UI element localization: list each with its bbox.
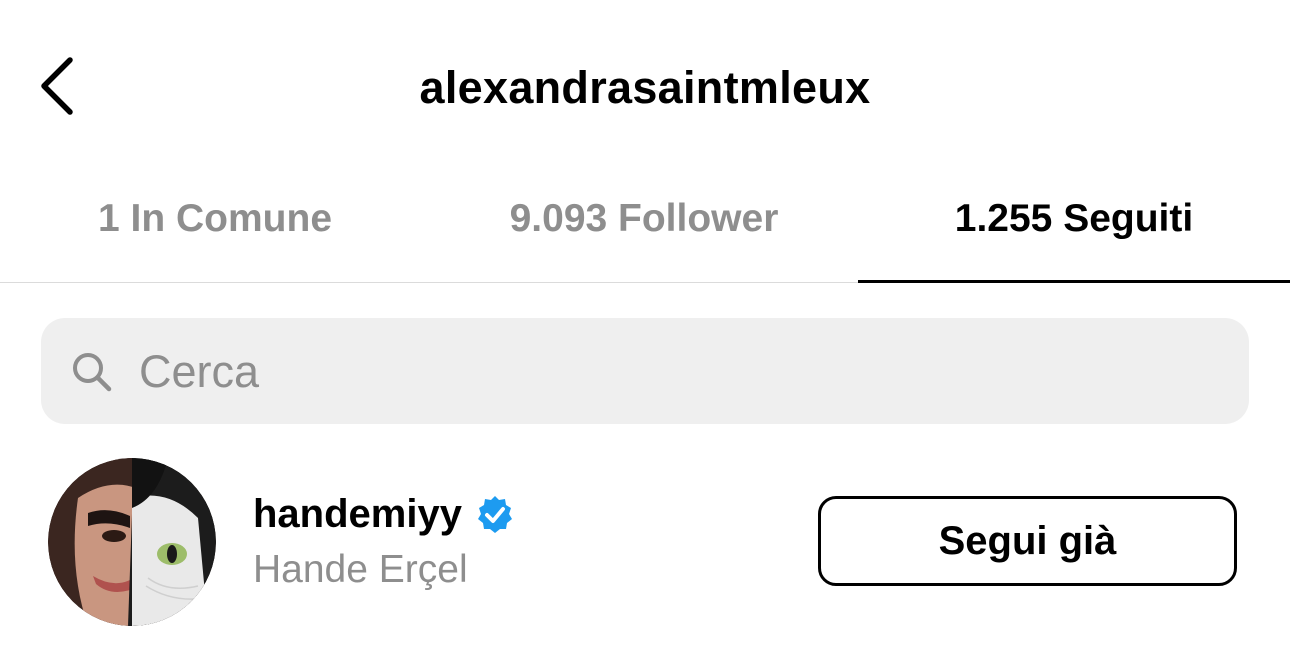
search-bar[interactable] bbox=[41, 318, 1249, 424]
tab-followers[interactable]: 9.093 Follower bbox=[430, 180, 858, 282]
tab-bar: 1 In Comune 9.093 Follower 1.255 Seguiti bbox=[0, 180, 1290, 284]
tab-following[interactable]: 1.255 Seguiti bbox=[858, 180, 1290, 282]
verified-badge-icon bbox=[474, 494, 516, 536]
tab-in-common[interactable]: 1 In Comune bbox=[0, 180, 430, 282]
search-input[interactable] bbox=[137, 336, 1221, 408]
username[interactable]: handemiyy bbox=[253, 492, 462, 537]
header: alexandrasaintmleux bbox=[0, 0, 1290, 170]
following-button[interactable]: Segui già bbox=[818, 496, 1237, 586]
page-title: alexandrasaintmleux bbox=[419, 62, 871, 113]
list-item[interactable]: handemiyy Hande Erçel Segui già bbox=[0, 448, 1290, 638]
avatar[interactable] bbox=[48, 458, 216, 626]
search-icon bbox=[71, 351, 113, 393]
username-row[interactable]: handemiyy bbox=[253, 492, 516, 537]
full-name: Hande Erçel bbox=[253, 548, 468, 591]
active-tab-indicator bbox=[858, 280, 1290, 283]
